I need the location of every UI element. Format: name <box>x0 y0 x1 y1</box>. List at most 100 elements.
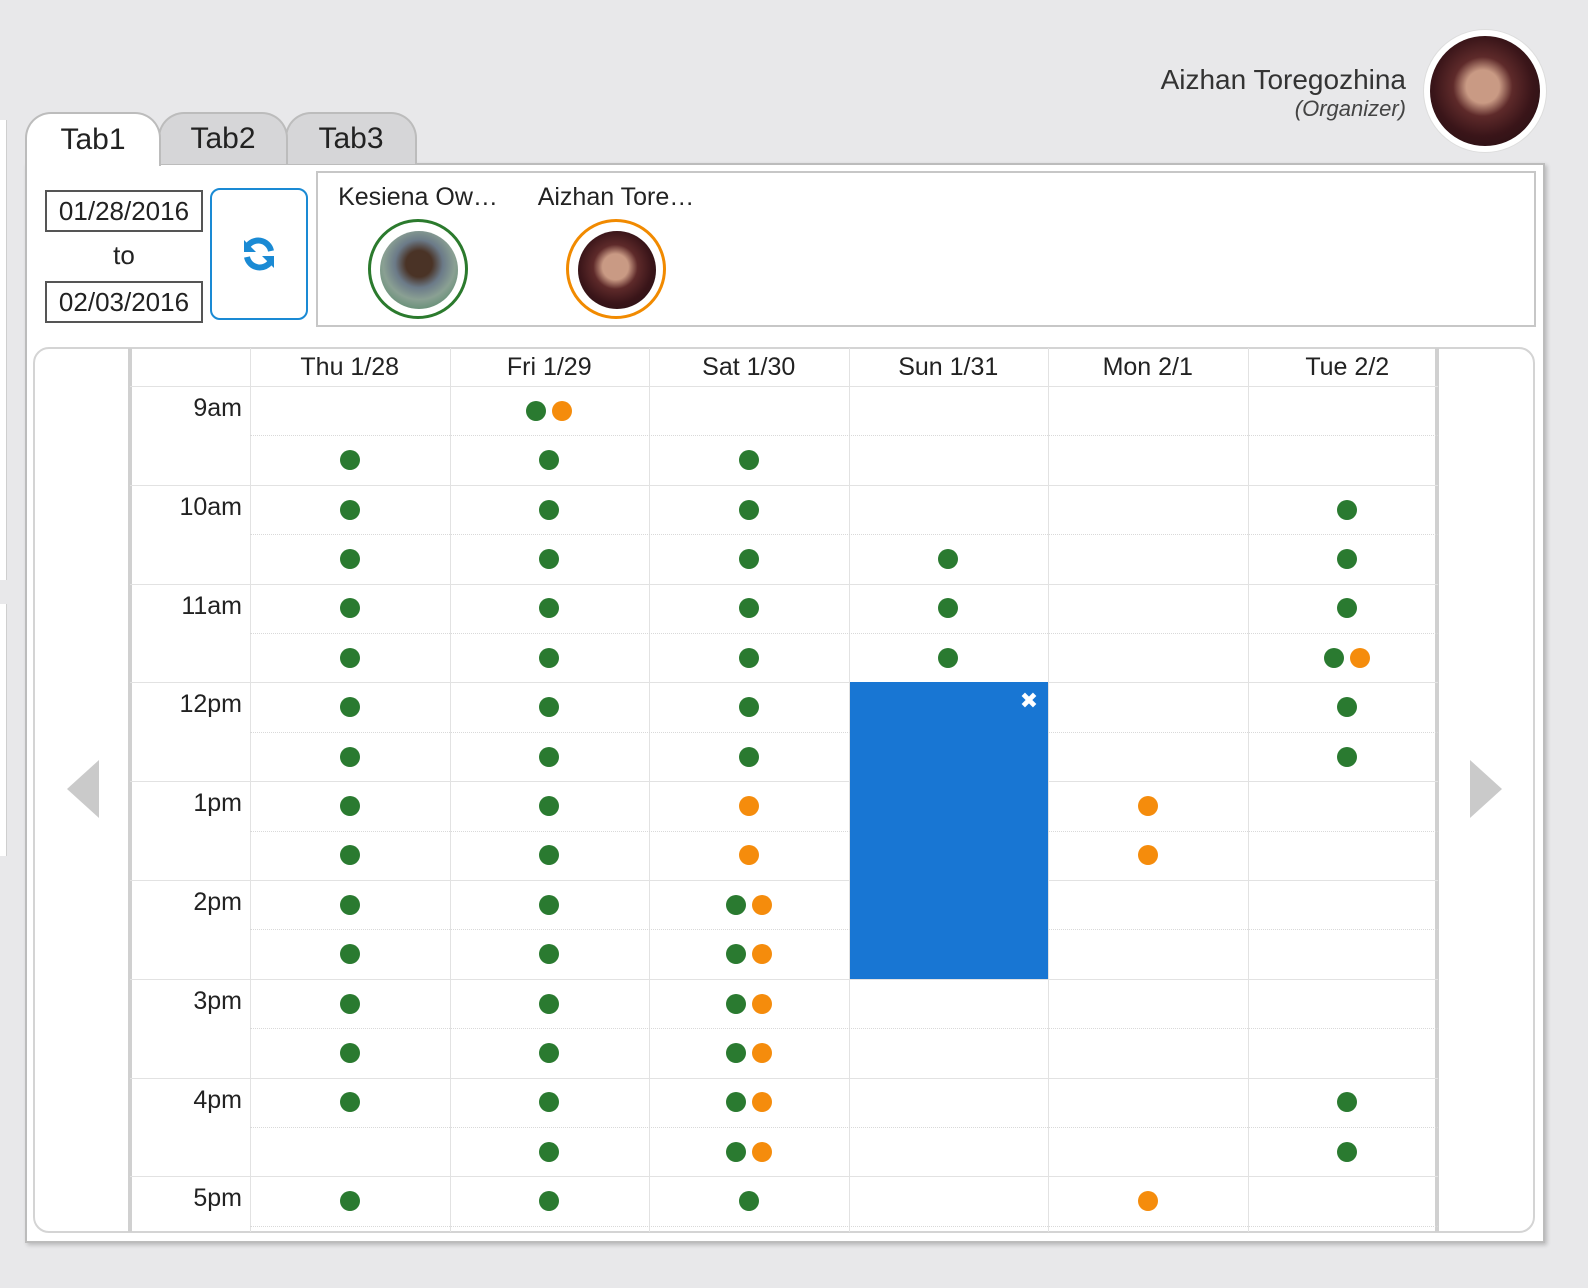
hour-line <box>130 1077 1438 1079</box>
availability-dot-orange <box>1137 795 1158 816</box>
next-week-arrow-icon[interactable] <box>1470 760 1502 818</box>
hour-line <box>130 1176 1438 1178</box>
availability-dot-green <box>339 647 360 668</box>
availability-dot-orange <box>751 993 772 1014</box>
time-label: 9am <box>193 394 242 422</box>
participant-avatar <box>566 219 666 319</box>
availability-dot-green <box>725 944 746 965</box>
participant-name: Kesiena Ow… <box>338 183 498 211</box>
time-label: 5pm <box>193 1184 242 1213</box>
availability-dot-green <box>339 845 360 866</box>
day-header: Tue 2/2 <box>1305 352 1390 381</box>
availability-dot-green <box>1337 598 1358 619</box>
availability-dot-orange <box>751 944 772 965</box>
end-date-field[interactable]: 02/03/2016 <box>45 281 203 323</box>
hour-line <box>130 978 1438 980</box>
time-label: 11am <box>181 591 242 620</box>
column-divider <box>1247 348 1249 1232</box>
availability-dot-green <box>539 1191 560 1212</box>
user-name: Aizhan Toregozhina <box>1160 64 1406 95</box>
availability-dot-green <box>539 845 560 866</box>
availability-dot-green <box>539 598 560 619</box>
availability-dot-green <box>938 548 959 569</box>
time-label: 2pm <box>193 888 242 916</box>
availability-dot-green <box>539 1141 560 1162</box>
availability-dot-orange <box>751 1141 772 1162</box>
participants-panel: Kesiena Ow… Aizhan Tore… <box>316 171 1536 327</box>
time-label: 4pm <box>193 1085 242 1114</box>
refresh-button[interactable] <box>210 188 308 320</box>
availability-dot-green <box>539 499 560 520</box>
availability-dot-green <box>725 1042 746 1063</box>
availability-dot-green <box>339 598 360 619</box>
participant-aizhan[interactable]: Aizhan Tore… <box>526 183 706 319</box>
availability-dot-green <box>1337 548 1358 569</box>
availability-dot-orange <box>552 400 573 421</box>
hour-line <box>130 781 1438 783</box>
tab-2[interactable]: Tab2 <box>158 112 288 164</box>
half-hour-line <box>250 929 1438 931</box>
half-hour-line <box>250 731 1438 733</box>
date-to-label: to <box>113 240 135 270</box>
availability-dot-orange <box>1137 1191 1158 1212</box>
half-hour-line <box>250 1127 1438 1128</box>
availability-dot-green <box>725 1092 746 1113</box>
availability-dot-green <box>539 1092 560 1113</box>
availability-dot-green <box>539 746 560 767</box>
availability-dot-orange <box>751 894 772 915</box>
tab-3[interactable]: Tab3 <box>285 112 417 164</box>
close-icon[interactable]: ✖ <box>1018 690 1040 712</box>
half-hour-line <box>250 633 1438 634</box>
column-divider <box>1048 348 1049 1232</box>
user-avatar[interactable] <box>1424 30 1546 152</box>
availability-dot-green <box>339 450 360 471</box>
availability-dot-orange <box>751 1042 772 1063</box>
availability-dot-orange <box>1137 845 1158 866</box>
availability-dot-green <box>339 1191 360 1212</box>
availability-dot-green <box>539 993 560 1014</box>
availability-dot-green <box>738 697 759 718</box>
availability-dot-green <box>938 647 959 668</box>
availability-dot-orange <box>738 845 759 866</box>
availability-dot-green <box>539 697 560 718</box>
availability-dot-green <box>738 746 759 767</box>
availability-dot-orange <box>751 1092 772 1113</box>
availability-dot-green <box>1337 746 1358 767</box>
time-label: 10am <box>179 492 242 521</box>
prev-week-arrow-icon[interactable] <box>67 760 99 818</box>
day-header: Mon 2/1 <box>1102 352 1193 381</box>
availability-dot-green <box>738 1191 759 1212</box>
availability-dot-green <box>539 450 560 471</box>
availability-dot-green <box>738 647 759 668</box>
column-divider <box>250 348 251 1232</box>
half-hour-line <box>250 1028 1438 1030</box>
availability-dot-green <box>539 647 560 668</box>
day-header: Thu 1/28 <box>300 352 400 381</box>
day-header: Fri 1/29 <box>506 352 592 381</box>
participant-avatar <box>368 219 468 319</box>
start-date-field[interactable]: 01/28/2016 <box>45 190 203 232</box>
half-hour-line <box>250 435 1438 437</box>
availability-dot-green <box>539 548 560 569</box>
availability-dot-green <box>339 795 360 816</box>
time-label: 3pm <box>193 986 242 1015</box>
availability-dot-green <box>738 499 759 520</box>
availability-dot-orange <box>1350 647 1371 668</box>
hour-line <box>130 484 1438 486</box>
availability-dot-green <box>725 894 746 915</box>
hour-line <box>130 880 1438 881</box>
availability-dot-green <box>526 400 547 421</box>
availability-dot-orange <box>738 795 759 816</box>
availability-dot-green <box>339 697 360 718</box>
availability-dot-green <box>339 1042 360 1063</box>
left-edge-panel-2 <box>0 604 7 856</box>
tab-1[interactable]: Tab1 <box>25 112 161 166</box>
availability-dot-green <box>1337 499 1358 520</box>
header-divider <box>130 386 1438 387</box>
day-header: Sun 1/31 <box>898 352 999 381</box>
availability-dot-green <box>539 1042 560 1063</box>
selected-time-block[interactable]: ✖ <box>849 682 1048 979</box>
participant-kesiena[interactable]: Kesiena Ow… <box>328 183 508 319</box>
left-edge-panel <box>0 120 7 580</box>
calendar-grid[interactable]: Thu 1/28 Fri 1/29 Sat 1/30 Sun 1/31 Mon 2/1 T… <box>130 348 1438 1232</box>
